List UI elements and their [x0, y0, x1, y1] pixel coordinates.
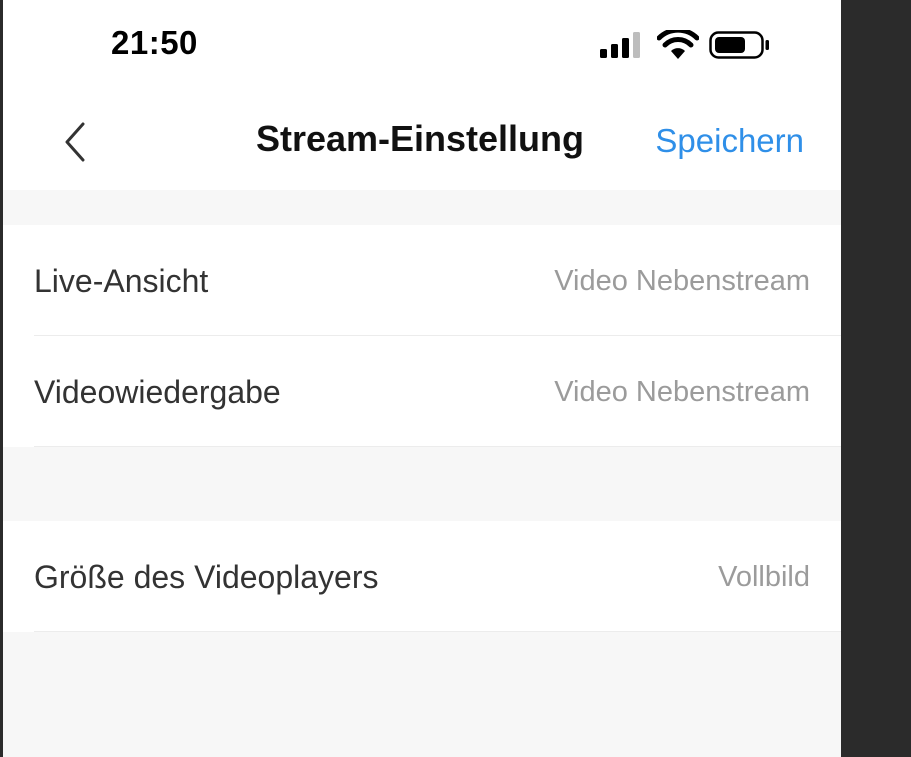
row-value: Video Nebenstream: [554, 376, 810, 408]
status-time: 21:50: [111, 24, 198, 61]
wifi-icon: [657, 30, 699, 59]
cellular-signal-icon: [600, 32, 640, 58]
settings-row-playback[interactable]: Videowiedergabe Video Nebenstream: [3, 336, 841, 447]
row-label: Live-Ansicht: [34, 263, 209, 299]
row-label: Größe des Videoplayers: [34, 559, 379, 595]
phone-screen: 21:50 Stream-Einstellung Speichern Live-…: [3, 0, 841, 757]
settings-row-player-size[interactable]: Größe des Videoplayers Vollbild: [3, 521, 841, 632]
player-settings-group: Größe des Videoplayers Vollbild: [3, 521, 841, 632]
row-value: Vollbild: [718, 561, 810, 593]
row-label: Videowiedergabe: [34, 374, 281, 410]
battery-icon: [709, 31, 769, 59]
save-button[interactable]: Speichern: [655, 122, 804, 160]
settings-row-live-view[interactable]: Live-Ansicht Video Nebenstream: [3, 225, 841, 336]
navigation-bar: Stream-Einstellung Speichern: [3, 88, 841, 190]
stream-settings-group: Live-Ansicht Video Nebenstream Videowied…: [3, 225, 841, 447]
status-bar: 21:50: [3, 0, 841, 88]
row-value: Video Nebenstream: [554, 265, 810, 297]
page-title: Stream-Einstellung: [255, 118, 585, 159]
